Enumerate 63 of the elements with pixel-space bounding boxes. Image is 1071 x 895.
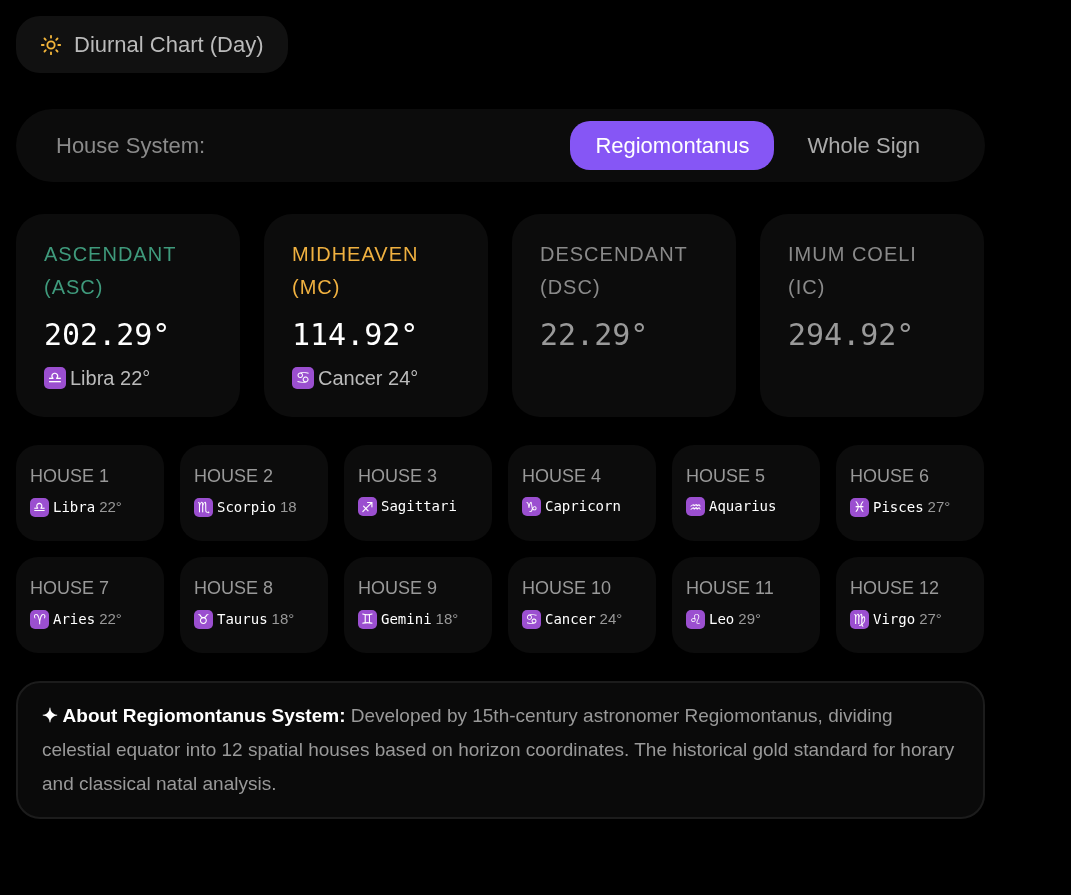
zodiac-sign-icon: ♎: [30, 497, 49, 517]
angle-value: 114.92°: [292, 316, 420, 354]
zodiac-sign-icon: ♒: [686, 497, 705, 516]
zodiac-sign-icon: ♋: [522, 609, 541, 629]
house-degree: 24°: [599, 609, 623, 629]
house-degree: 22°: [99, 609, 122, 629]
sun-icon: [40, 33, 62, 56]
angle-label: MIDHEAVEN (MC): [292, 242, 420, 300]
about-note: ✦ About Regiomontanus System: Developed by 15th-century astronomer Regiomontanus, dividing celestial equator into 12 spatial houses based on horizon coordinates. The historical gold standard for horary and classical natal analysis.: [16, 681, 985, 819]
angle-sign: Cancer 24°: [318, 366, 419, 391]
house-degree: 18°: [435, 609, 459, 629]
house-label: HOUSE 7: [30, 577, 111, 600]
house-sign: Scorpio: [217, 497, 276, 517]
house-sign: Aquarius: [709, 497, 777, 516]
angle-value: 202.29°: [44, 316, 172, 354]
angle-value: 294.92°: [788, 316, 916, 354]
house-system-option[interactable]: Whole Sign: [782, 121, 945, 170]
zodiac-sign-icon: ♉: [194, 609, 213, 629]
house-degree: 29°: [738, 609, 761, 629]
house-degree: 27°: [927, 497, 951, 517]
house-system-label: House System:: [56, 132, 206, 160]
house-degree: 27°: [919, 609, 942, 629]
house-sign: Pisces: [873, 497, 924, 517]
house-sign: Leo: [709, 609, 735, 629]
house-label: HOUSE 12: [850, 577, 941, 600]
angle-value: 22.29°: [540, 316, 650, 354]
angle-label: ASCENDANT (ASC): [44, 242, 177, 300]
house-label: HOUSE 6: [850, 465, 931, 488]
house-sign: Gemini: [381, 609, 432, 629]
house-label: HOUSE 11: [686, 577, 775, 600]
house-sign: Cancer: [545, 609, 596, 629]
house-system-option[interactable]: Regiomontanus: [570, 121, 775, 170]
house-degree: 18: [280, 497, 297, 517]
house-degree: 18°: [271, 609, 295, 629]
zodiac-sign-icon: ♏: [194, 497, 213, 517]
house-label: HOUSE 8: [194, 577, 275, 600]
house-sign: Capricorn: [545, 497, 621, 516]
house-label: HOUSE 9: [358, 577, 439, 600]
zodiac-sign-icon: ♋: [292, 367, 314, 389]
house-sign: Taurus: [217, 609, 268, 629]
house-label: HOUSE 1: [30, 465, 111, 488]
house-degree: 22°: [99, 497, 122, 517]
house-label: HOUSE 5: [686, 465, 767, 488]
zodiac-sign-icon: ♎: [44, 367, 66, 389]
zodiac-sign-icon: ♓: [850, 497, 869, 517]
zodiac-sign-icon: ♌: [686, 609, 705, 629]
zodiac-sign-icon: ♍: [850, 609, 869, 629]
house-sign: Aries: [53, 609, 96, 629]
house-label: HOUSE 4: [522, 465, 603, 488]
angle-label: DESCENDANT (DSC): [540, 242, 689, 300]
angle-label: IMUM COELI (IC): [788, 242, 918, 300]
zodiac-sign-icon: ♈: [30, 609, 49, 629]
house-label: HOUSE 10: [522, 577, 613, 600]
badge-label: Diurnal Chart (Day): [74, 31, 264, 59]
zodiac-sign-icon: ♑: [522, 497, 541, 516]
angle-sign: Libra 22°: [70, 366, 151, 391]
house-label: HOUSE 2: [194, 465, 275, 488]
house-sign: Libra: [53, 497, 96, 517]
house-sign: Virgo: [873, 609, 916, 629]
house-label: HOUSE 3: [358, 465, 439, 488]
zodiac-sign-icon: ♊: [358, 609, 377, 629]
zodiac-sign-icon: ♐: [358, 497, 377, 516]
house-sign: Sagittari: [381, 497, 457, 516]
